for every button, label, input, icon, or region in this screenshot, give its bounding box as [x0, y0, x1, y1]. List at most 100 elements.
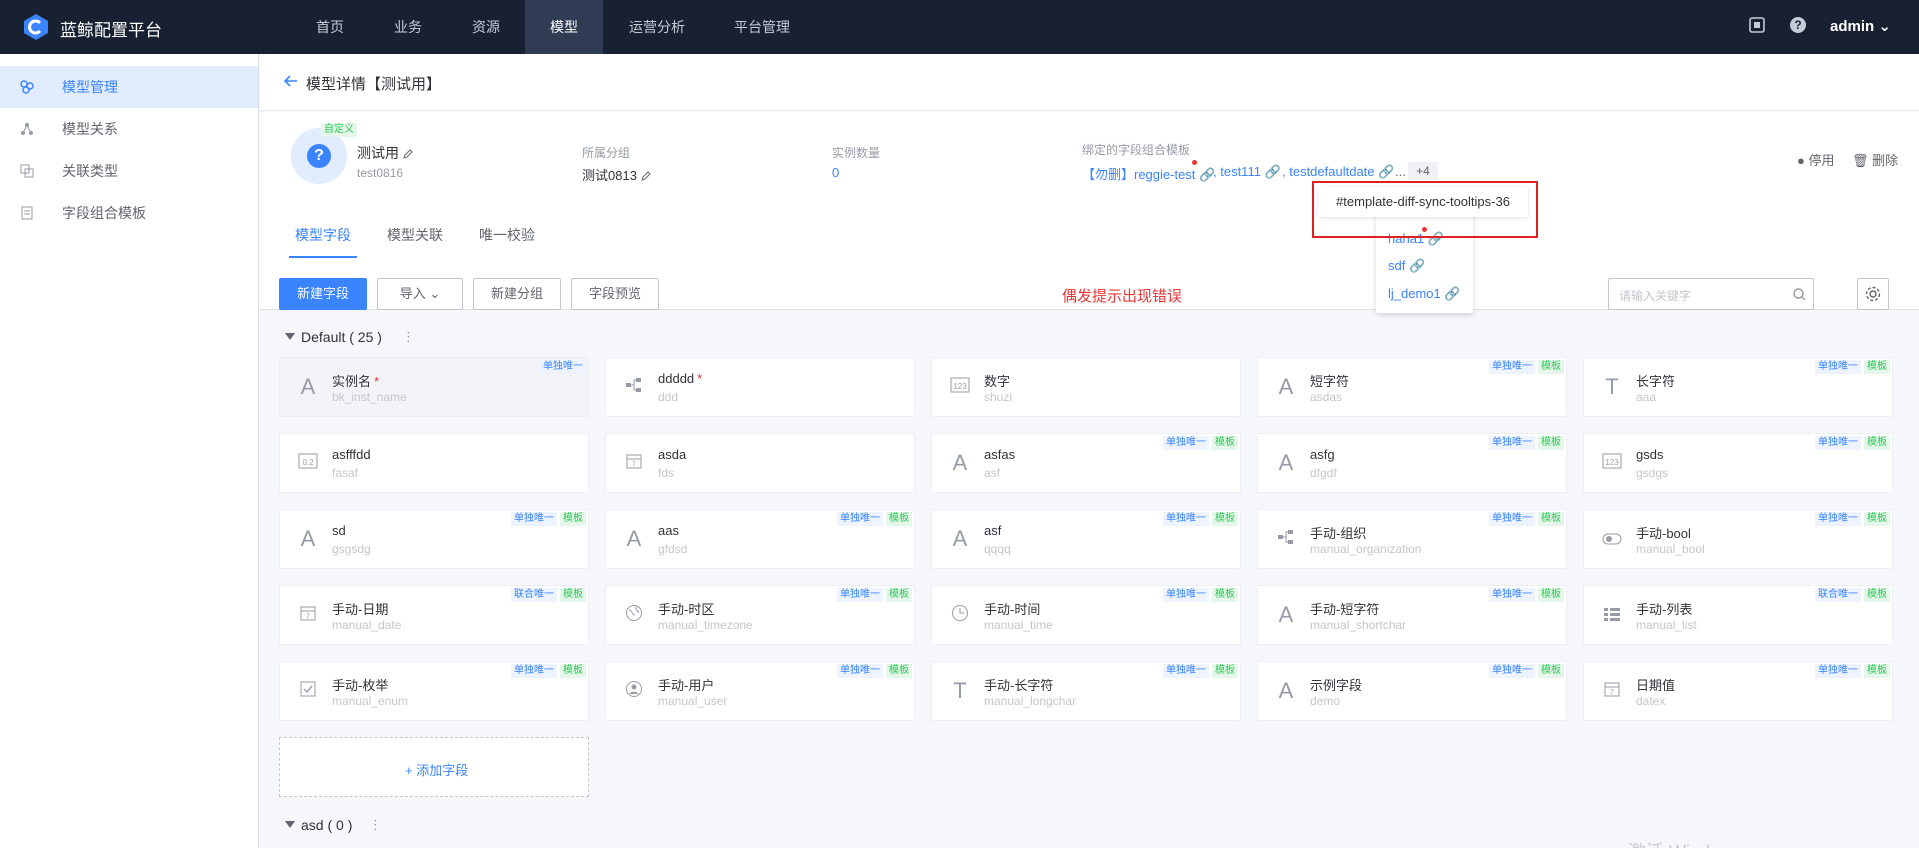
edit-icon[interactable]	[403, 149, 413, 159]
more-templates-tag[interactable]: +4	[1408, 162, 1438, 180]
unique-badge: 单独唯一	[1489, 512, 1535, 526]
long-char-icon: T	[1605, 374, 1619, 399]
model-manage-icon	[20, 80, 34, 94]
brand-name[interactable]: 蓝鲸配置平台	[60, 16, 162, 41]
field-name: 手动-长字符	[984, 678, 1054, 693]
user-menu[interactable]: admin ⌄	[1830, 17, 1891, 35]
field-card[interactable]: 7 asda fds	[605, 433, 915, 493]
nav-platform[interactable]: 平台管理	[723, 0, 801, 54]
field-card[interactable]: 7 手动-日期 manual_date 联合唯一 模板	[279, 585, 589, 645]
new-field-button[interactable]: 新建字段	[279, 278, 367, 310]
template-link-2[interactable]: , test111 🔗	[1213, 164, 1281, 180]
field-card[interactable]: A 手动-短字符 manual_shortchar 单独唯一 模板	[1257, 585, 1567, 645]
field-card[interactable]: 手动-时间 manual_time 单独唯一 模板	[931, 585, 1241, 645]
sidebar-item-model-manage[interactable]: 模型管理	[0, 66, 258, 108]
field-card[interactable]: 手动-组织 manual_organization 单独唯一 模板	[1257, 509, 1567, 569]
template-link-3[interactable]: , testdefaultdate 🔗	[1282, 164, 1394, 180]
group-more-icon[interactable]: ⋮	[369, 817, 382, 833]
field-id: dfgdf	[1310, 466, 1337, 480]
field-card[interactable]: Aasf qqqq 单独唯一 模板	[931, 509, 1241, 569]
short-char-icon: A	[1278, 450, 1294, 475]
help-icon[interactable]: ?	[1789, 16, 1807, 34]
field-card[interactable]: Aaas gfdsd 单独唯一 模板	[605, 509, 915, 569]
field-id: demo	[1310, 694, 1341, 708]
tab-model-fields[interactable]: 模型字段	[295, 225, 351, 245]
sidebar-item-model-relation[interactable]: 模型关系	[0, 108, 258, 150]
caret-down-icon	[285, 821, 295, 828]
field-card[interactable]: 手动-bool manual_bool 单独唯一 模板	[1583, 509, 1893, 569]
tab-model-association[interactable]: 模型关联	[387, 225, 443, 245]
logo-icon[interactable]	[22, 13, 50, 41]
add-field-card[interactable]: + 添加字段	[279, 737, 589, 797]
field-card[interactable]: 手动-枚举 manual_enum 单独唯一 模板	[279, 661, 589, 721]
windows-watermark: 激活 Windows	[1628, 838, 1742, 848]
model-name[interactable]: 测试用	[357, 143, 413, 163]
popover-item-lj_demo1[interactable]: lj_demo1 🔗	[1388, 286, 1461, 302]
disable-button[interactable]: ● 停用	[1797, 150, 1835, 169]
settings-button[interactable]	[1857, 278, 1889, 310]
field-card[interactable]: 0.2 asfffdd fasaf	[279, 433, 589, 493]
field-name: 短字符	[1310, 374, 1350, 389]
field-card[interactable]: 123 gsds gsdgs 单独唯一 模板	[1583, 433, 1893, 493]
field-card[interactable]: A 短字符 asdas 单独唯一 模板	[1257, 357, 1567, 417]
field-card[interactable]: 7 日期值 datex 单独唯一 模板	[1583, 661, 1893, 721]
field-card[interactable]: Asd gsgsdg 单独唯一 模板	[279, 509, 589, 569]
group-header-asd[interactable]: asd ( 0 )	[285, 817, 352, 833]
template-badge: 模板	[1212, 588, 1238, 602]
unique-badge: 单独唯一	[1815, 512, 1861, 526]
nav-home[interactable]: 首页	[300, 0, 360, 54]
field-card[interactable]: 123 数字 shuzi	[931, 357, 1241, 417]
instance-count-value[interactable]: 0	[832, 165, 839, 180]
nav-model[interactable]: 模型	[525, 0, 603, 54]
new-group-button[interactable]: 新建分组	[473, 278, 561, 310]
field-card[interactable]: Aasfg dfgdf 单独唯一 模板	[1257, 433, 1567, 493]
clock-icon	[950, 604, 970, 626]
field-card[interactable]: 手动-用户 manual_user 单独唯一 模板	[605, 661, 915, 721]
import-button[interactable]: 导入 ⌄	[377, 278, 463, 310]
group-header-default[interactable]: Default ( 25 )	[285, 329, 382, 345]
field-name: ddddd *	[658, 371, 703, 386]
required-mark: *	[374, 374, 380, 389]
template-link-1[interactable]: 【勿删】reggie-test 🔗	[1082, 164, 1215, 183]
template-label: 绑定的字段组合模板	[1082, 143, 1191, 157]
link-icon: 🔗	[1408, 258, 1426, 273]
instance-count-label: 实例数量	[832, 146, 881, 160]
field-id: aaa	[1636, 390, 1657, 404]
back-arrow-icon[interactable]	[282, 72, 300, 90]
delete-button[interactable]: 🗑 删除	[1852, 150, 1898, 169]
field-card[interactable]: T 手动-长字符 manual_longchar 单独唯一 模板	[931, 661, 1241, 721]
field-card[interactable]: 手动-列表 manual_list 联合唯一 模板	[1583, 585, 1893, 645]
nav-analysis[interactable]: 运营分析	[618, 0, 696, 54]
group-more-icon[interactable]: ⋮	[402, 329, 415, 345]
field-name: aas	[658, 523, 679, 538]
chevron-down-icon: ⌄	[1878, 18, 1891, 35]
field-card[interactable]: 手动-时区 manual_timezone 单独唯一 模板	[605, 585, 915, 645]
sidebar-item-association-type[interactable]: 关联类型	[0, 150, 258, 192]
nav-business[interactable]: 业务	[378, 0, 438, 54]
field-tags: 联合唯一 模板	[1812, 588, 1890, 602]
template-ellipsis: ...	[1395, 164, 1406, 179]
edit-icon[interactable]	[641, 171, 651, 181]
field-card[interactable]: T 长字符 aaa 单独唯一 模板	[1583, 357, 1893, 417]
template-badge: 模板	[560, 512, 586, 526]
disable-icon: ●	[1797, 153, 1805, 168]
tab-unique-check[interactable]: 唯一校验	[479, 225, 535, 245]
template-badge: 模板	[560, 588, 586, 602]
sidebar-item-field-template[interactable]: 字段组合模板	[0, 192, 258, 234]
field-preview-button[interactable]: 字段预览	[571, 278, 659, 310]
group-value[interactable]: 测试0813	[582, 165, 651, 184]
plugin-icon[interactable]	[1748, 16, 1766, 34]
search-input[interactable]: 请输入关键字	[1608, 278, 1814, 310]
field-card[interactable]: A 示例字段 demo 单独唯一 模板	[1257, 661, 1567, 721]
nav-resource[interactable]: 资源	[456, 0, 516, 54]
search-icon[interactable]	[1793, 288, 1806, 301]
popover-item-sdf[interactable]: sdf 🔗	[1388, 258, 1425, 274]
field-name: 手动-bool	[1636, 526, 1691, 541]
field-card[interactable]: ddddd * ddd	[605, 357, 915, 417]
organization-icon	[1276, 528, 1296, 550]
required-mark: *	[697, 371, 703, 386]
field-card[interactable]: Aasfas asf 单独唯一 模板	[931, 433, 1241, 493]
field-card[interactable]: A 实例名 * bk_inst_name 单独唯一	[279, 357, 589, 417]
field-tags: 联合唯一 模板	[508, 588, 586, 602]
field-tags: 单独唯一 模板	[1812, 664, 1890, 678]
